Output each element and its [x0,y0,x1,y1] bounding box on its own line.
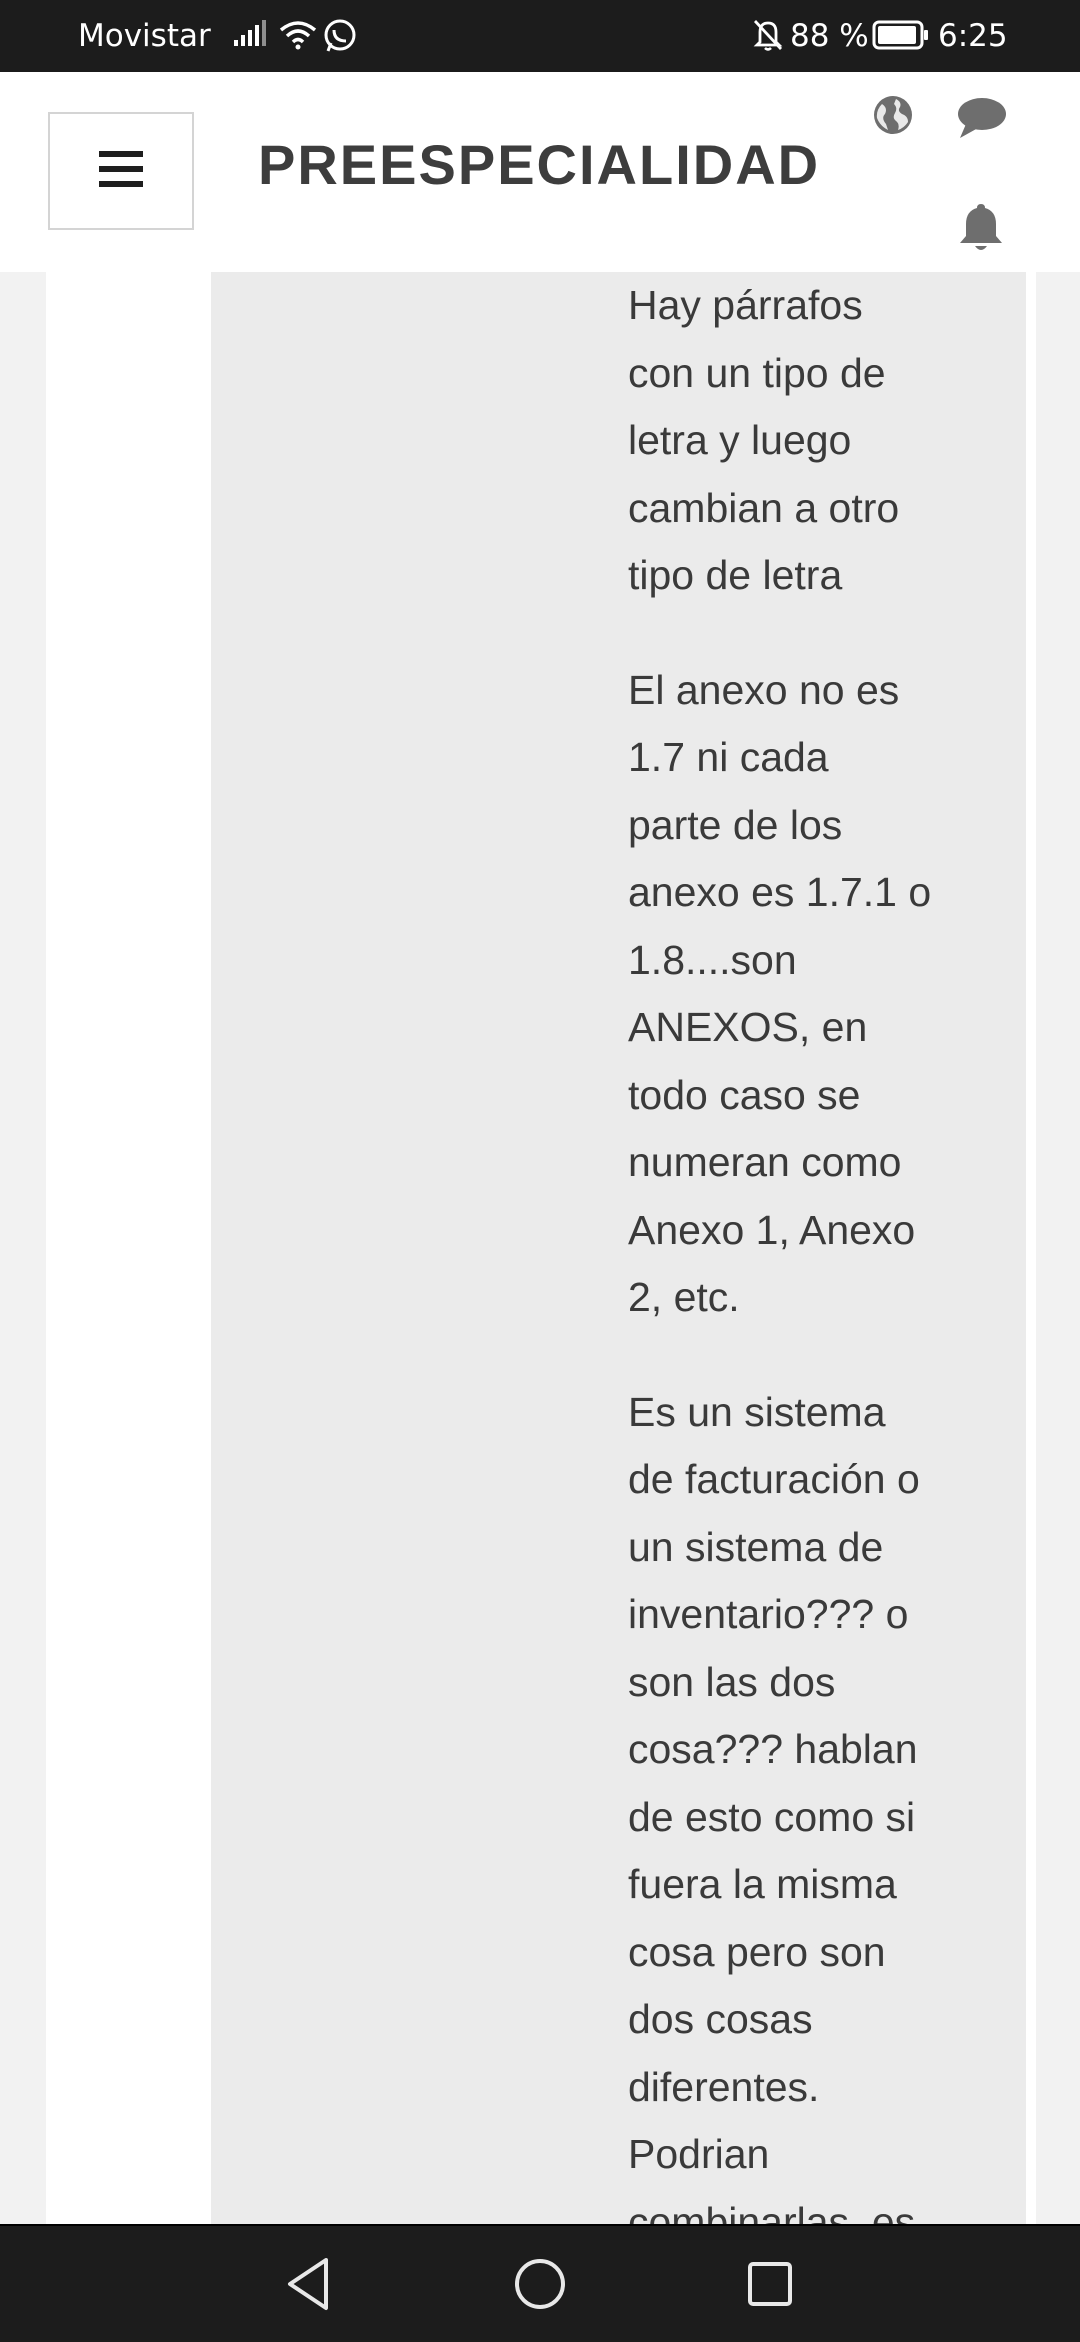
back-icon[interactable] [282,2254,338,2319]
notifications-off-icon [752,18,784,60]
chat-icon[interactable] [956,96,1008,145]
battery-percent: 88 % [790,18,869,54]
menu-button[interactable] [48,112,194,230]
navigation-bar [0,2224,1080,2342]
signal-icon [232,20,268,56]
clock: 6:25 [938,18,1008,54]
site-header: PREESPECIALIDAD [0,72,1080,274]
paragraph: El anexo no es 1.7 ni cada parte de los … [628,666,932,1321]
battery-icon [872,20,930,58]
comment-text: Hay párrafos con un tipo de letra y lueg… [628,272,958,2224]
whatsapp-icon [322,18,358,62]
status-bar: Movistar 88 % 6:25 [0,0,1080,72]
bell-icon[interactable] [958,202,1004,259]
paragraph: Es un sistema de facturación o un sistem… [628,1388,920,2225]
home-icon[interactable] [512,2254,568,2319]
paragraph: Hay párrafos con un tipo de letra y lueg… [628,282,900,598]
wifi-icon [278,18,318,58]
site-title[interactable]: PREESPECIALIDAD [258,132,820,197]
globe-icon[interactable] [872,94,914,141]
content-area: Hay párrafos con un tipo de letra y lueg… [0,272,1080,2224]
recents-icon[interactable] [742,2254,798,2319]
hamburger-menu-icon [99,150,143,193]
carrier-name: Movistar [78,18,211,54]
